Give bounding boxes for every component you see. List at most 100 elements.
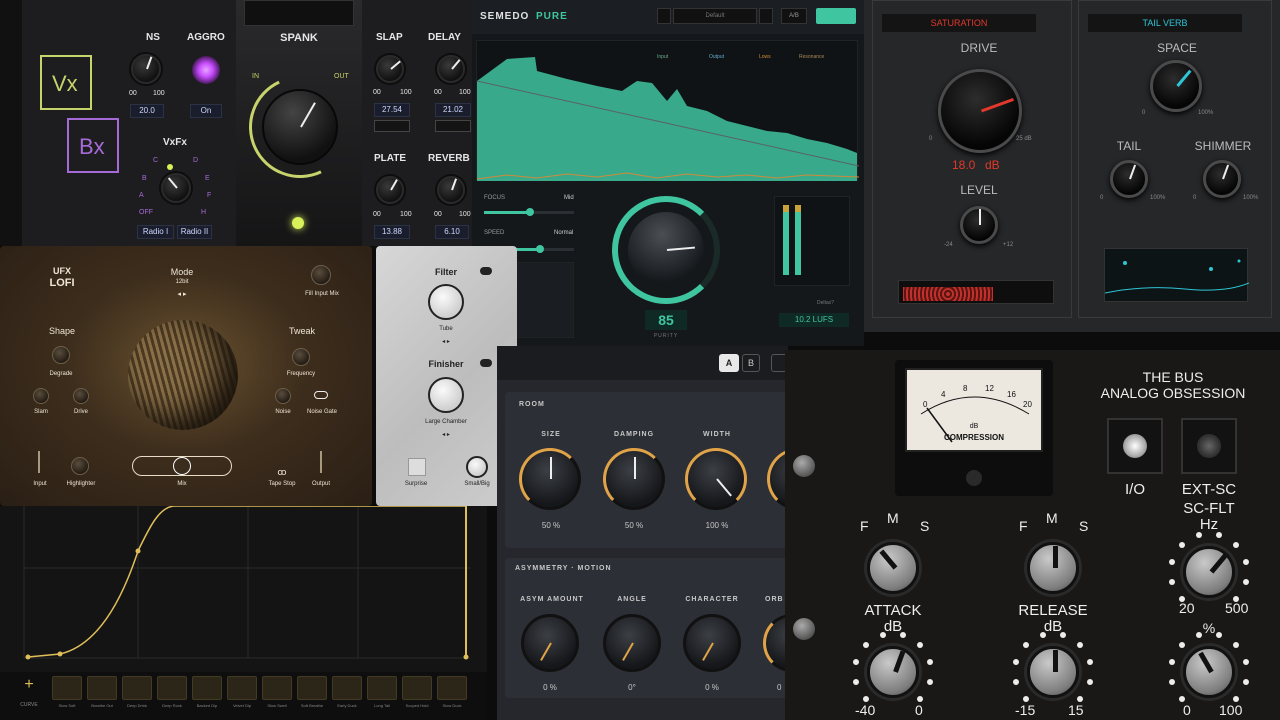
release-scale-dot (1013, 678, 1020, 685)
curve-preset-tile[interactable] (367, 676, 397, 700)
drive-min: 0 (929, 136, 933, 142)
curve-preset-tile[interactable] (192, 676, 222, 700)
plate-knob[interactable] (376, 176, 404, 204)
attack-fms-knob[interactable] (867, 542, 919, 594)
delay-value[interactable]: 21.02 (435, 103, 471, 117)
tab-b[interactable]: B (742, 354, 760, 372)
power-button[interactable] (816, 8, 856, 24)
release-knob[interactable] (1027, 646, 1079, 698)
ns-value[interactable]: 20.0 (130, 104, 164, 118)
tube-arrows[interactable]: ◂ ▸ (442, 338, 450, 345)
curve-preset-tile[interactable] (402, 676, 432, 700)
ns-min: 00 (129, 90, 137, 97)
vu-adjust-screw[interactable] (966, 470, 982, 486)
smallbig-knob[interactable] (466, 456, 488, 478)
speed-label: SPEED (484, 230, 505, 236)
fill-input-knob[interactable] (311, 265, 331, 285)
input-fader[interactable] (38, 451, 40, 473)
curve-preset-tile[interactable] (52, 676, 82, 700)
space-knob[interactable] (1150, 60, 1202, 112)
width-knob[interactable] (685, 448, 747, 510)
curve-preset-tile[interactable] (332, 676, 362, 700)
slam-knob[interactable] (33, 388, 49, 404)
io-button[interactable] (1107, 418, 1163, 474)
vu-scale-8: 8 (963, 384, 968, 393)
scflt-knob[interactable] (1183, 546, 1235, 598)
surprise-dice-icon[interactable] (408, 458, 426, 476)
preset-selector[interactable]: Default (673, 8, 757, 24)
attack-knob[interactable] (867, 646, 919, 698)
purity-knob[interactable] (628, 212, 704, 288)
finisher-knob[interactable] (428, 377, 464, 413)
thebus-plugin-panel: 0 4 8 12 16 20 dB COMPRESSION THE BUS AN… (785, 350, 1280, 720)
highlighter-knob[interactable] (71, 457, 89, 475)
spank-label: SPANK (280, 32, 318, 44)
slap-value[interactable]: 27.54 (374, 103, 410, 117)
drive-unit: dB (985, 158, 1000, 172)
semedo-plugin-panel: SEMEDO PURE Default A/B Input Output Low… (472, 0, 864, 346)
curve-preset-tile[interactable] (437, 676, 467, 700)
mode-value[interactable]: 12bit (175, 279, 188, 285)
noise-gate-label: Noise Gate (306, 409, 338, 415)
preset-next-button[interactable] (759, 8, 773, 24)
drive-label: DRIVE (960, 41, 998, 55)
reverb-knob[interactable] (437, 176, 465, 204)
degrade-knob[interactable] (52, 346, 70, 364)
slap-max: 100 (400, 89, 412, 96)
tab-a[interactable]: A (719, 354, 739, 372)
vxfx-knob[interactable] (161, 173, 191, 203)
curve-preset-tile[interactable] (157, 676, 187, 700)
extsc-button[interactable] (1181, 418, 1237, 474)
filter-toggle[interactable] (480, 267, 492, 275)
preset-prev-button[interactable] (657, 8, 671, 24)
noise-knob[interactable] (275, 388, 291, 404)
angle-knob[interactable] (603, 614, 661, 672)
chamber-arrows[interactable]: ◂ ▸ (442, 431, 450, 438)
mix-knob[interactable] (1183, 646, 1235, 698)
ab-compare-button[interactable]: A/B (781, 8, 807, 24)
drive-lofi-knob[interactable] (73, 388, 89, 404)
ns-knob[interactable] (131, 54, 161, 84)
vu-compression-label: COMPRESSION (943, 433, 1005, 442)
asym-amount-knob[interactable] (521, 614, 579, 672)
purity-value[interactable]: 85 (645, 310, 687, 330)
curve-preset-tile[interactable] (262, 676, 292, 700)
radio1-button[interactable]: Radio I (137, 225, 174, 239)
focus-slider[interactable] (484, 208, 574, 216)
curve-preset-tile[interactable] (122, 676, 152, 700)
plate-value[interactable]: 13.88 (374, 225, 410, 239)
character-knob[interactable] (683, 614, 741, 672)
tail-knob[interactable] (1110, 160, 1148, 198)
chamber-label: Large Chamber (425, 419, 467, 425)
release-fms-f: F (1019, 518, 1028, 534)
drive-knob[interactable] (938, 69, 1022, 153)
release-fms-knob[interactable] (1027, 542, 1079, 594)
curve-preset-tile[interactable] (227, 676, 257, 700)
output-fader[interactable] (320, 451, 322, 473)
vxfx-pos-off: OFF (139, 209, 153, 216)
finisher-toggle[interactable] (480, 359, 492, 367)
shimmer-max: 100% (1243, 195, 1259, 201)
curve-preset-tile[interactable] (87, 676, 117, 700)
noise-gate-toggle[interactable] (314, 391, 328, 399)
delay-knob[interactable] (437, 55, 465, 83)
tape-stop-icon[interactable]: ꝏ (277, 467, 286, 478)
level-knob[interactable] (960, 206, 998, 244)
shimmer-knob[interactable] (1203, 160, 1241, 198)
mix-slider[interactable] (132, 456, 232, 476)
reverb-value[interactable]: 6.10 (435, 225, 469, 239)
radio2-button[interactable]: Radio II (177, 225, 212, 239)
mode-arrows[interactable]: ◂ ▸ (178, 290, 187, 298)
legend-lows: Lows (759, 54, 771, 60)
size-knob[interactable] (519, 448, 581, 510)
damping-knob[interactable] (603, 448, 665, 510)
add-curve-button[interactable]: + (24, 676, 33, 694)
frequency-knob[interactable] (292, 348, 310, 366)
room-header: ROOM (519, 401, 545, 408)
tube-knob[interactable] (428, 284, 464, 320)
aggro-button[interactable] (192, 56, 220, 84)
curve-preset-tile[interactable] (297, 676, 327, 700)
reverb-min: 00 (434, 211, 442, 218)
spank-knob[interactable] (262, 89, 338, 165)
slap-knob[interactable] (376, 55, 404, 83)
